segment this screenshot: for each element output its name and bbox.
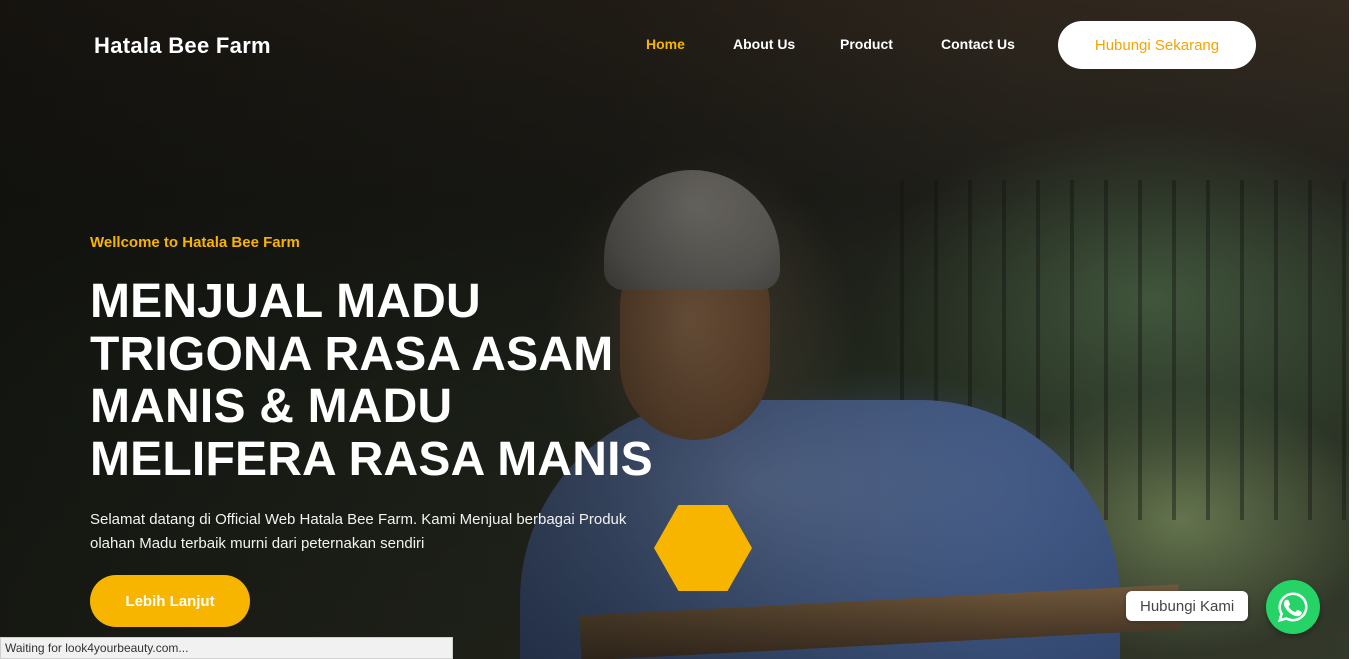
headline-line: TRIGONA RASA ASAM bbox=[90, 327, 614, 381]
window-edge bbox=[1349, 0, 1353, 659]
learn-more-button[interactable]: Lebih Lanjut bbox=[90, 575, 250, 627]
nav-contact-us[interactable]: Contact Us bbox=[941, 36, 1015, 52]
chat-label[interactable]: Hubungi Kami bbox=[1126, 591, 1249, 621]
whatsapp-icon[interactable] bbox=[1266, 580, 1320, 634]
browser-status-bar: Waiting for look4yourbeauty.com... bbox=[0, 637, 453, 659]
hero-welcome-text: Wellcome to Hatala Bee Farm bbox=[90, 234, 300, 251]
hero-description: Selamat datang di Official Web Hatala Be… bbox=[90, 508, 670, 556]
headline-line: MENJUAL MADU bbox=[90, 275, 481, 328]
contact-now-button[interactable]: Hubungi Sekarang bbox=[1058, 21, 1256, 69]
headline-line: MANIS & MADU bbox=[90, 380, 453, 433]
description-line: Selamat datang di Official Web Hatala Be… bbox=[90, 511, 627, 528]
nav-product[interactable]: Product bbox=[840, 36, 893, 52]
headline-line: MELIFERA RASA MANIS bbox=[90, 432, 653, 486]
nav-home[interactable]: Home bbox=[646, 36, 685, 52]
description-line: olahan Madu terbaik murni dari peternaka… bbox=[90, 535, 425, 552]
nav-about-us[interactable]: About Us bbox=[733, 36, 795, 52]
hero-headline: MENJUAL MADU TRIGONA RASA ASAM MANIS & M… bbox=[90, 275, 710, 486]
